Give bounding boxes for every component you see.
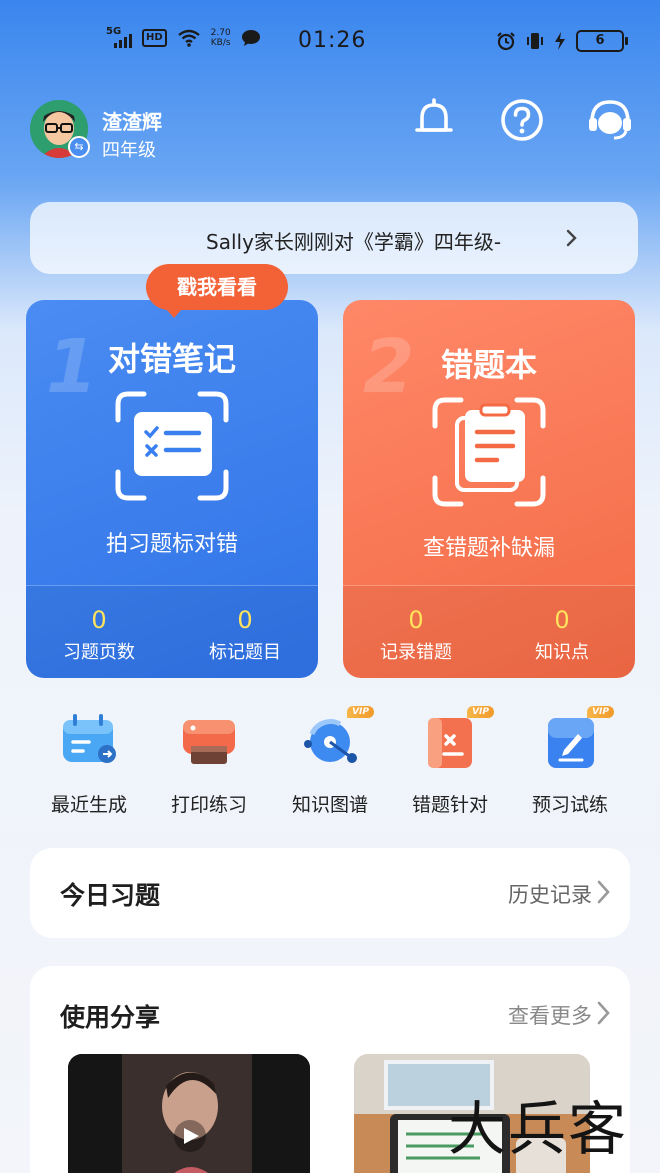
scan-check-icon [115, 391, 229, 501]
status-left: 5G HD 2.70 KB/s [106, 26, 261, 48]
alarm-icon [497, 32, 515, 51]
clipboard-icon [432, 397, 546, 507]
panel-title: 今日习题 [60, 881, 161, 910]
network-type: 5G [106, 26, 122, 37]
printer-icon [179, 710, 239, 770]
tool-knowledge-graph[interactable]: VIP 知识图谱 [275, 706, 385, 817]
charging-icon [555, 32, 565, 50]
card-title: 对错笔记 [107, 340, 236, 378]
tool-label: 打印练习 [170, 794, 247, 816]
stat-value: 0 [237, 606, 253, 634]
wrong-question-icon: VIP [420, 706, 494, 770]
card-subtitle: 拍习题标对错 [105, 532, 238, 557]
tool-label: 错题针对 [411, 794, 488, 816]
status-right: 6 [496, 30, 628, 52]
watermark-text: 大兵客 [448, 1095, 629, 1163]
wrong-book-card[interactable]: 2 错题本 查错题补缺漏 0 记录错题 0 知识点 [343, 300, 635, 678]
user-grade: 四年级 [102, 140, 156, 161]
stat-pages[interactable]: 0 习题页数 [26, 606, 172, 664]
switch-account-badge[interactable]: ⇆ [68, 136, 90, 158]
card-title: 错题本 [440, 346, 537, 384]
stat-knowledge-points[interactable]: 0 知识点 [489, 606, 635, 664]
customer-service-icon[interactable] [586, 96, 634, 144]
card-divider [26, 585, 318, 586]
vip-badge: VIP [587, 706, 614, 718]
try-me-bubble[interactable]: 戳我看看 [146, 264, 288, 318]
status-bar: 5G HD 2.70 KB/s 01:26 6 [0, 0, 660, 84]
tool-label: 最近生成 [50, 794, 127, 816]
help-icon[interactable] [498, 96, 546, 144]
chevron-right-icon [597, 880, 610, 904]
stat-label: 标记题目 [209, 642, 281, 663]
wifi-icon [177, 29, 200, 47]
hd-badge: HD [142, 29, 167, 47]
vip-badge: VIP [467, 706, 494, 718]
stat-value: 0 [91, 606, 107, 634]
signal-indicator: 5G [106, 26, 132, 48]
stat-wrong-records[interactable]: 0 记录错题 [343, 606, 489, 664]
video-thumbnail-image [68, 1054, 310, 1173]
history-link[interactable]: 历史记录 [508, 879, 592, 909]
tool-label: 知识图谱 [291, 794, 368, 816]
tool-preview-practice[interactable]: VIP 预习试练 [515, 706, 625, 817]
user-name: 渣渣辉 [102, 110, 162, 134]
speed-unit: KB/s [210, 38, 231, 48]
vip-badge: VIP [347, 706, 374, 718]
tool-label: 预习试练 [531, 794, 608, 816]
view-more-link[interactable]: 查看更多 [508, 1000, 592, 1030]
stat-marked[interactable]: 0 标记题目 [172, 606, 318, 664]
stat-label: 记录错题 [380, 642, 452, 663]
preview-icon: VIP [540, 706, 614, 770]
share-video-thumbnail[interactable] [68, 1054, 310, 1173]
stat-label: 知识点 [535, 642, 589, 663]
notice-text: Sally家长刚刚对《学霸》四年级- [206, 230, 502, 254]
knowledge-graph-icon: VIP [300, 706, 374, 770]
recent-icon [59, 710, 119, 770]
vibrate-icon [527, 33, 543, 49]
speed-value: 2.70 [210, 28, 231, 38]
card-subtitle: 查错题补缺漏 [422, 536, 555, 561]
card-divider [343, 585, 635, 586]
chevron-right-icon [566, 229, 577, 247]
panel-title: 使用分享 [60, 1003, 161, 1032]
bell-icon[interactable] [410, 96, 458, 144]
clock: 01:26 [298, 28, 367, 53]
tool-print[interactable]: 打印练习 [154, 710, 264, 817]
tool-wrong-targeted[interactable]: VIP 错题针对 [395, 706, 505, 817]
stat-label: 习题页数 [63, 642, 135, 663]
error-notes-card[interactable]: 1 对错笔记 拍习题标对错 0 习题页数 0 标记题目 [26, 300, 318, 678]
network-speed: 2.70 KB/s [211, 28, 231, 48]
stat-value: 0 [408, 606, 424, 634]
notice-banner[interactable]: Sally家长刚刚对《学霸》四年级- [30, 202, 638, 274]
message-icon [241, 30, 260, 46]
chevron-right-icon [597, 1001, 610, 1025]
battery-indicator: 6 [576, 30, 628, 52]
today-exercises-panel[interactable]: 今日习题 历史记录 [30, 848, 630, 938]
stat-value: 0 [554, 606, 570, 634]
tool-recent[interactable]: 最近生成 [34, 710, 144, 817]
